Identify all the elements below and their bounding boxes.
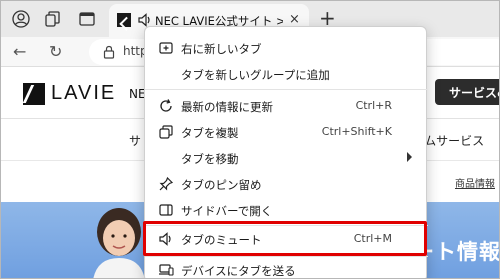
close-tab-button[interactable]: × [289, 12, 300, 27]
lock-icon[interactable] [101, 44, 117, 60]
site-favicon-icon [117, 13, 131, 27]
menu-item-new-tab-right[interactable]: 右に新しいタブ [145, 35, 428, 61]
menu-item-open-sidebar[interactable]: サイドバーで開く [145, 197, 428, 223]
tab-actions-icon[interactable] [77, 9, 97, 29]
menu-item-label: タブを新しいグループに追加 [181, 68, 330, 82]
refresh-icon [157, 97, 175, 115]
menu-item-label: タブのピン留め [181, 178, 262, 192]
menu-item-move-tab[interactable]: タブを移動 [145, 145, 428, 171]
menu-item-label: タブを複製 [181, 126, 239, 140]
menu-item-add-to-group[interactable]: タブを新しいグループに追加 [145, 61, 428, 87]
menu-item-shortcut: Ctrl+R [355, 99, 392, 112]
device-icon [157, 261, 175, 278]
back-button[interactable]: ← [13, 42, 26, 61]
nav-item-left[interactable]: サ [129, 132, 141, 149]
browser-window: NEC LAVIE公式サイト > サービス × + ← ↻ http LAVIE… [0, 0, 500, 279]
chevron-right-icon [407, 152, 412, 162]
service-button[interactable]: サービス& [435, 79, 499, 105]
pin-icon [157, 175, 175, 193]
menu-item-label: サイドバーで開く [181, 204, 273, 218]
refresh-button[interactable]: ↻ [49, 42, 62, 61]
lavie-logo[interactable]: LAVIE [23, 82, 116, 105]
menu-item-send-to-device[interactable]: デバイスにタブを送る [145, 257, 428, 278]
menu-item-label: タブを移動 [181, 152, 239, 166]
lavie-logo-mark-icon [23, 82, 45, 105]
duplicate-icon [157, 123, 175, 141]
logo-text: LAVIE [51, 82, 117, 104]
menu-item-pin-tab[interactable]: タブのピン留め [145, 171, 428, 197]
menu-item-duplicate[interactable]: タブを複製 Ctrl+Shift+K [145, 119, 428, 145]
profile-icon[interactable] [11, 9, 31, 29]
menu-item-shortcut: Ctrl+Shift+K [321, 125, 392, 138]
workspaces-icon[interactable] [43, 9, 63, 29]
menu-item-label: 最新の情報に更新 [181, 100, 273, 114]
product-info-link[interactable]: 商品情報 [455, 175, 495, 190]
sidebar-icon [157, 201, 175, 219]
menu-separator [145, 89, 428, 90]
menu-item-label: デバイスにタブを送る [181, 264, 296, 278]
menu-item-label: 右に新しいタブ [181, 42, 262, 56]
new-tab-right-icon [157, 39, 175, 57]
mute-highlight-box [143, 221, 427, 256]
menu-item-refresh[interactable]: 最新の情報に更新 Ctrl+R [145, 93, 428, 119]
